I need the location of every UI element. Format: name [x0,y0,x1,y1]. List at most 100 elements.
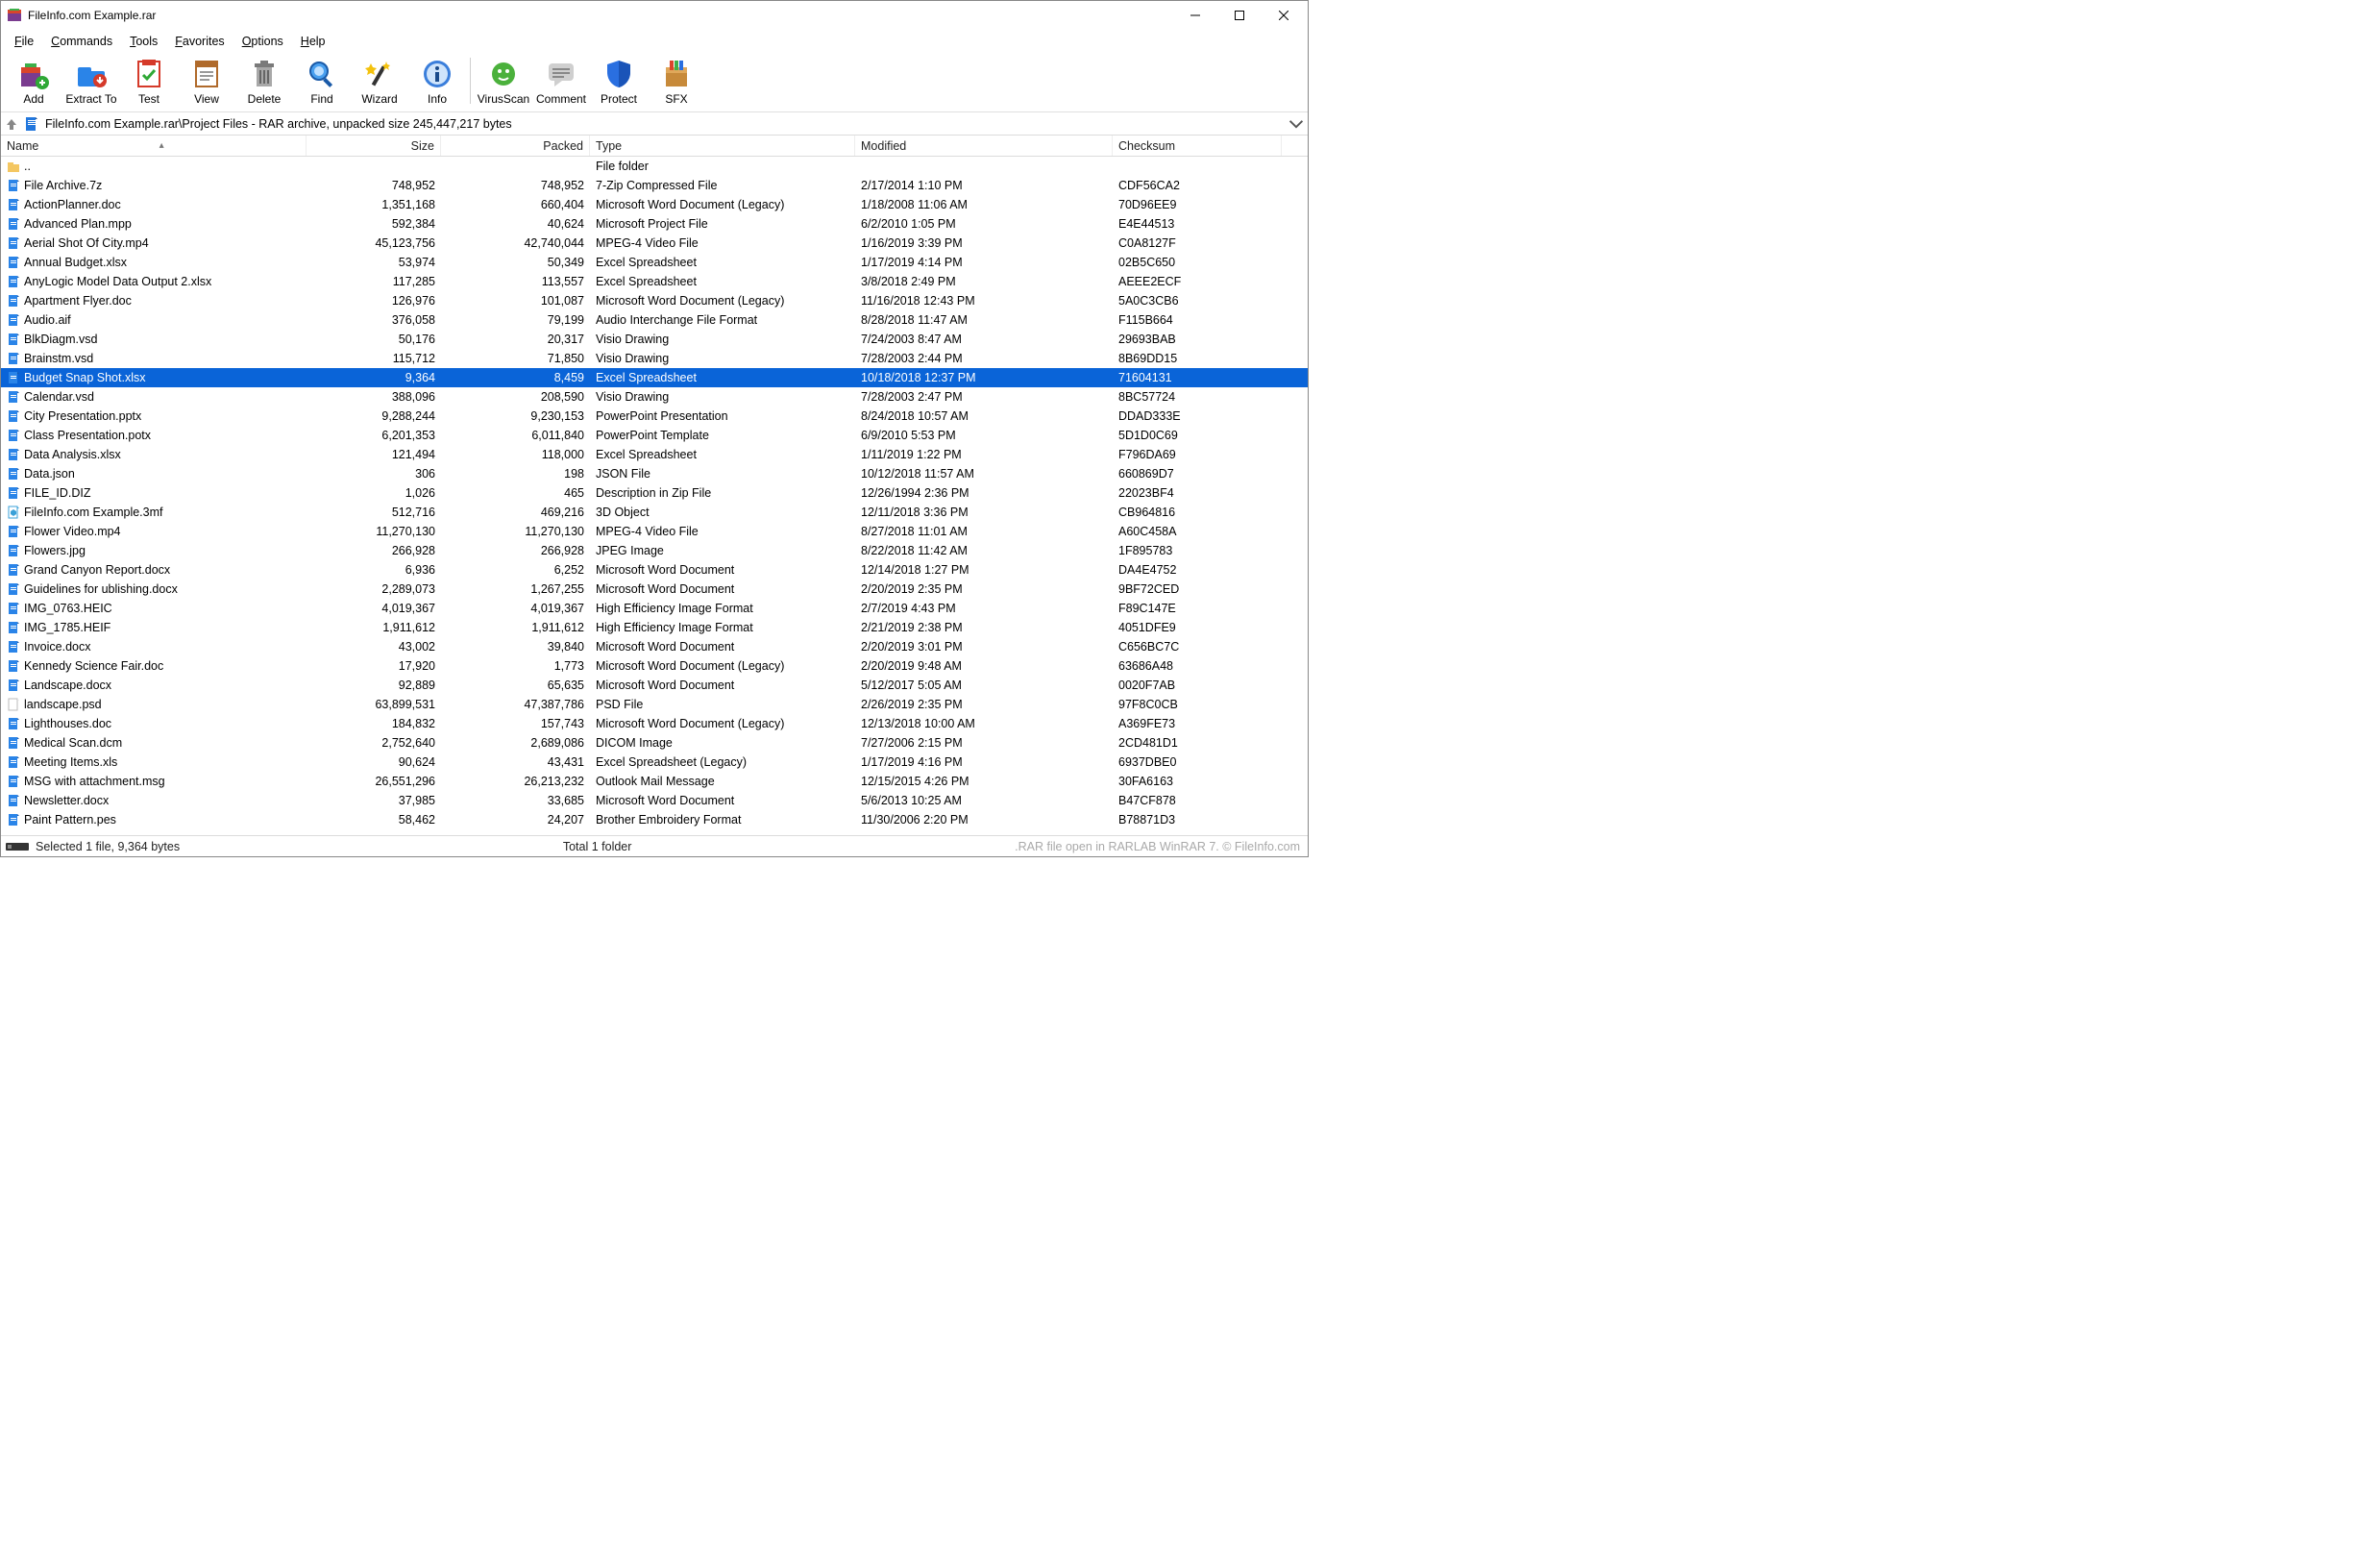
file-type: Microsoft Word Document [590,582,855,596]
file-rows[interactable]: ..File folderFile Archive.7z748,952748,9… [1,157,1308,835]
file-modified: 12/15/2015 4:26 PM [855,775,1113,788]
parent-row[interactable]: ..File folder [1,157,1308,176]
file-modified: 2/7/2019 4:43 PM [855,602,1113,615]
file-modified: 1/17/2019 4:14 PM [855,256,1113,269]
file-name: BlkDiagm.vsd [24,333,97,346]
table-row[interactable]: BlkDiagm.vsd50,17620,317Visio Drawing7/2… [1,330,1308,349]
file-size: 58,462 [307,813,441,827]
file-size: 50,176 [307,333,441,346]
table-row[interactable]: Flowers.jpg266,928266,928JPEG Image8/22/… [1,541,1308,560]
file-icon [7,525,20,538]
file-checksum: 5D1D0C69 [1113,429,1282,442]
file-name: MSG with attachment.msg [24,775,165,788]
file-modified: 10/18/2018 12:37 PM [855,371,1113,384]
path-dropdown-icon[interactable] [1288,116,1304,132]
table-row[interactable]: Class Presentation.potx6,201,3536,011,84… [1,426,1308,445]
table-row[interactable]: AnyLogic Model Data Output 2.xlsx117,285… [1,272,1308,291]
table-row[interactable]: Grand Canyon Report.docx6,9366,252Micros… [1,560,1308,580]
minimize-button[interactable] [1173,1,1217,30]
delete-button[interactable]: Delete [235,56,293,108]
table-row[interactable]: Meeting Items.xls90,62443,431Excel Sprea… [1,753,1308,772]
column-modified[interactable]: Modified [855,136,1113,156]
file-name: Aerial Shot Of City.mp4 [24,236,149,250]
file-packed: 198 [441,467,590,481]
close-button[interactable] [1262,1,1306,30]
column-checksum[interactable]: Checksum [1113,136,1282,156]
protect-button[interactable]: Protect [590,56,648,108]
table-row[interactable]: ActionPlanner.doc1,351,168660,404Microso… [1,195,1308,214]
table-row[interactable]: Advanced Plan.mpp592,38440,624Microsoft … [1,214,1308,234]
file-name: Guidelines for ublishing.docx [24,582,178,596]
pathbar[interactable]: FileInfo.com Example.rar\Project Files -… [1,112,1308,136]
wizard-button[interactable]: Wizard [351,56,408,108]
table-row[interactable]: Invoice.docx43,00239,840Microsoft Word D… [1,637,1308,656]
file-type: PowerPoint Presentation [590,409,855,423]
table-row[interactable]: Paint Pattern.pes58,46224,207Brother Emb… [1,810,1308,829]
table-row[interactable]: Newsletter.docx37,98533,685Microsoft Wor… [1,791,1308,810]
column-packed[interactable]: Packed [441,136,590,156]
test-button[interactable]: Test [120,56,178,108]
table-row[interactable]: Audio.aif376,05879,199Audio Interchange … [1,310,1308,330]
file-size: 6,936 [307,563,441,577]
table-row[interactable]: Brainstm.vsd115,71271,850Visio Drawing7/… [1,349,1308,368]
info-button[interactable]: Info [408,56,466,108]
view-button[interactable]: View [178,56,235,108]
table-row[interactable]: Kennedy Science Fair.doc17,9201,773Micro… [1,656,1308,676]
file-packed: 79,199 [441,313,590,327]
file-modified: 5/12/2017 5:05 AM [855,679,1113,692]
add-button[interactable]: Add [5,56,62,108]
table-row[interactable]: Landscape.docx92,88965,635Microsoft Word… [1,676,1308,695]
table-row[interactable]: Guidelines for ublishing.docx2,289,0731,… [1,580,1308,599]
file-modified: 1/18/2008 11:06 AM [855,198,1113,211]
table-row[interactable]: File Archive.7z748,952748,9527-Zip Compr… [1,176,1308,195]
menu-favorites[interactable]: Favorites [167,32,232,51]
sfx-button[interactable]: SFX [648,56,705,108]
table-row[interactable]: FILE_ID.DIZ1,026465Description in Zip Fi… [1,483,1308,503]
menu-tools[interactable]: Tools [122,32,165,51]
table-row[interactable]: IMG_0763.HEIC4,019,3674,019,367High Effi… [1,599,1308,618]
file-modified: 2/20/2019 3:01 PM [855,640,1113,654]
table-row[interactable]: Annual Budget.xlsx53,97450,349Excel Spre… [1,253,1308,272]
file-icon [7,217,20,231]
table-row[interactable]: FileInfo.com Example.3mf512,716469,2163D… [1,503,1308,522]
table-row[interactable]: Medical Scan.dcm2,752,6402,689,086DICOM … [1,733,1308,753]
find-button[interactable]: Find [293,56,351,108]
file-type: High Efficiency Image Format [590,621,855,634]
file-name: Invoice.docx [24,640,90,654]
column-type[interactable]: Type [590,136,855,156]
column-size[interactable]: Size [307,136,441,156]
table-row[interactable]: Flower Video.mp411,270,13011,270,130MPEG… [1,522,1308,541]
virusscan-label: VirusScan [478,92,529,106]
wizard-label: Wizard [361,92,397,106]
file-icon [7,294,20,308]
table-row[interactable]: IMG_1785.HEIF1,911,6121,911,612High Effi… [1,618,1308,637]
maximize-button[interactable] [1217,1,1262,30]
table-row[interactable]: Data Analysis.xlsx121,494118,000Excel Sp… [1,445,1308,464]
file-size: 306 [307,467,441,481]
file-size: 121,494 [307,448,441,461]
menu-help[interactable]: Help [293,32,333,51]
table-row[interactable]: Data.json306198JSON File10/12/2018 11:57… [1,464,1308,483]
file-checksum: 6937DBE0 [1113,755,1282,769]
file-icon [7,563,20,577]
table-row[interactable]: City Presentation.pptx9,288,2449,230,153… [1,407,1308,426]
menu-commands[interactable]: Commands [43,32,120,51]
comment-button[interactable]: Comment [532,56,590,108]
file-icon [7,333,20,346]
menu-file[interactable]: File [7,32,41,51]
table-row[interactable]: MSG with attachment.msg26,551,29626,213,… [1,772,1308,791]
table-row[interactable]: landscape.psd63,899,53147,387,786PSD Fil… [1,695,1308,714]
extract-button[interactable]: Extract To [62,56,120,108]
column-name[interactable]: Name▴ [1,136,307,156]
menu-options[interactable]: Options [234,32,291,51]
file-icon [7,275,20,288]
file-name: FileInfo.com Example.3mf [24,506,163,519]
virusscan-button[interactable]: VirusScan [475,56,532,108]
table-row[interactable]: Calendar.vsd388,096208,590Visio Drawing7… [1,387,1308,407]
table-row[interactable]: Aerial Shot Of City.mp445,123,75642,740,… [1,234,1308,253]
up-arrow-icon[interactable] [5,117,18,131]
table-row[interactable]: Lighthouses.doc184,832157,743Microsoft W… [1,714,1308,733]
table-row[interactable]: Budget Snap Shot.xlsx9,3648,459Excel Spr… [1,368,1308,387]
find-icon [306,58,338,90]
table-row[interactable]: Apartment Flyer.doc126,976101,087Microso… [1,291,1308,310]
